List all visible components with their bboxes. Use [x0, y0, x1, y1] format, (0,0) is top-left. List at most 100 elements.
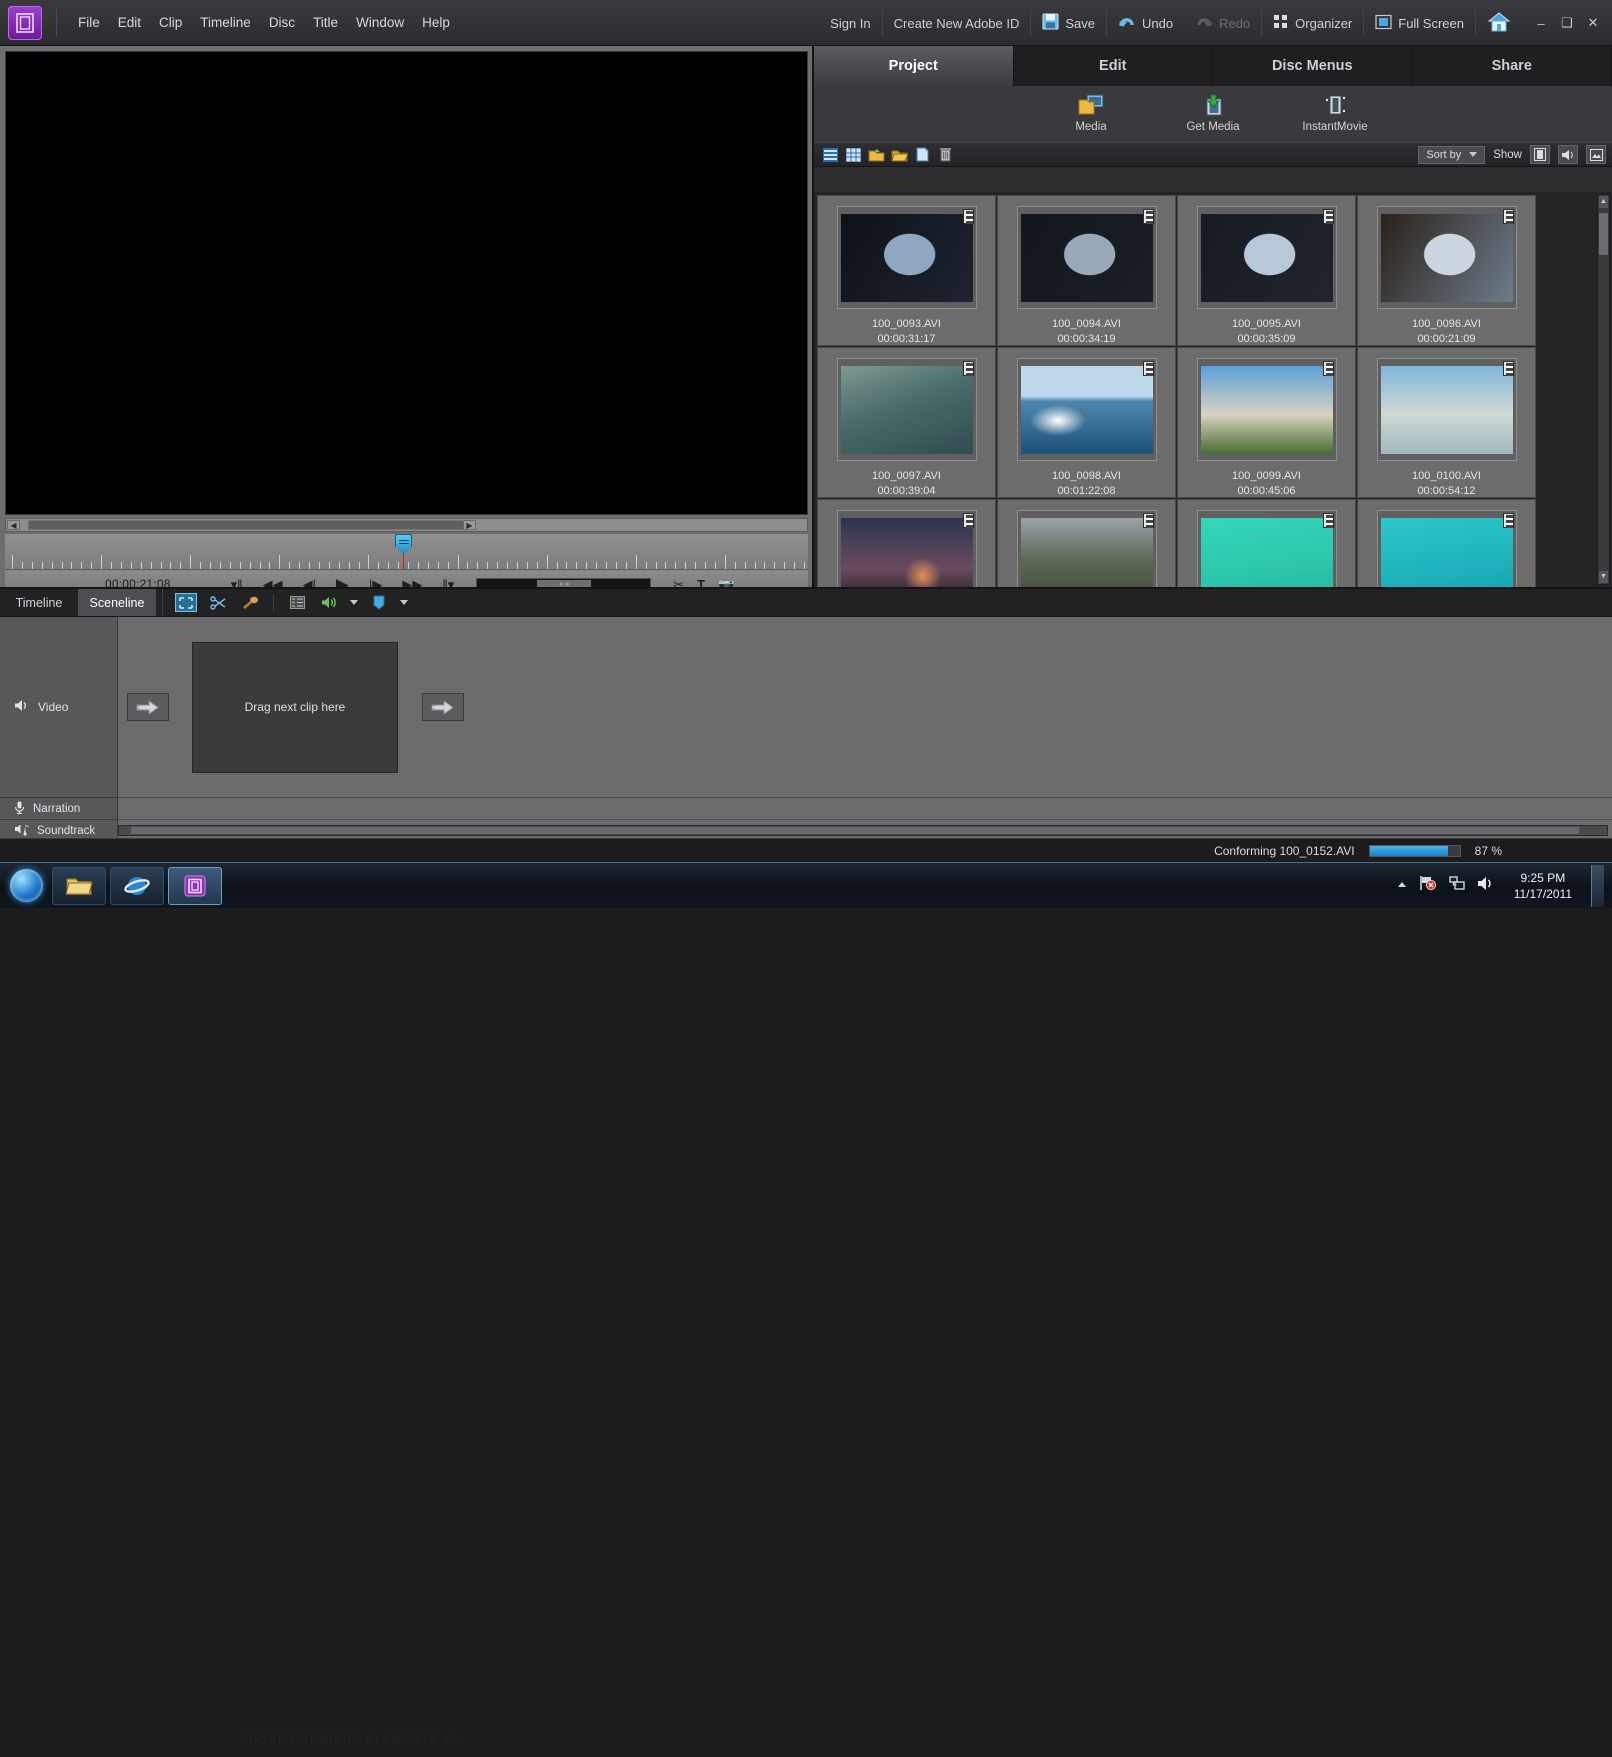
show-video-icon[interactable] — [1530, 145, 1550, 164]
smart-trim-icon[interactable] — [207, 593, 229, 612]
media-thumbnail[interactable] — [1017, 510, 1157, 587]
media-item[interactable] — [1357, 499, 1536, 587]
media-thumbnail[interactable] — [1197, 510, 1337, 587]
tab-share[interactable]: Share — [1413, 46, 1612, 86]
menu-item-help[interactable]: Help — [413, 10, 459, 35]
media-thumbnail[interactable] — [837, 358, 977, 461]
media-item[interactable]: 100_0095.AVI00:00:35:09 — [1177, 195, 1356, 346]
get-media-button[interactable]: Get Media — [1174, 92, 1252, 133]
tab-project[interactable]: Project — [814, 46, 1014, 86]
new-item-icon[interactable] — [912, 146, 932, 164]
fit-to-view-icon[interactable] — [175, 593, 197, 612]
home-button[interactable] — [1476, 8, 1522, 38]
instantmovie-button[interactable]: InstantMovie — [1296, 92, 1374, 133]
menu-item-window[interactable]: Window — [347, 10, 413, 35]
media-item[interactable]: 100_0100.AVI00:00:54:12 — [1357, 347, 1536, 498]
media-thumbnail[interactable] — [1377, 510, 1517, 587]
playhead-handle[interactable] — [395, 534, 412, 554]
taskbar-premiere-elements-icon[interactable] — [168, 867, 222, 905]
volume-icon[interactable] — [318, 593, 340, 612]
marker-icon[interactable] — [368, 593, 390, 612]
media-thumbnail[interactable] — [1017, 358, 1157, 461]
show-hidden-icons-arrow[interactable] — [1396, 877, 1408, 895]
menu-item-file[interactable]: File — [69, 10, 109, 35]
media-vertical-scrollbar[interactable]: ▲ ▼ — [1597, 194, 1610, 585]
chevron-down-icon[interactable] — [400, 600, 408, 605]
tab-sceneline[interactable]: Sceneline — [78, 589, 156, 616]
scrollbar-thumb[interactable] — [28, 520, 464, 530]
media-thumbnail[interactable] — [1197, 358, 1337, 461]
taskbar-windows-explorer-icon[interactable] — [52, 867, 106, 905]
media-thumbnail[interactable] — [1197, 206, 1337, 309]
media-thumbnail[interactable] — [837, 510, 977, 587]
narration-track-lane[interactable] — [118, 797, 1612, 819]
media-item[interactable]: 100_0097.AVI00:00:39:04 — [817, 347, 996, 498]
save-button[interactable]: Save — [1031, 8, 1106, 38]
tab-disc-menus[interactable]: Disc Menus — [1213, 46, 1413, 86]
volume-icon[interactable] — [1477, 876, 1495, 896]
redo-button[interactable]: Redo — [1184, 8, 1261, 38]
media-grid-container[interactable]: 100_0093.AVI00:00:31:17100_0094.AVI00:00… — [814, 192, 1612, 587]
network-icon[interactable] — [1448, 875, 1466, 896]
media-item[interactable]: 100_0093.AVI00:00:31:17 — [817, 195, 996, 346]
media-item[interactable]: 100_0096.AVI00:00:21:09 — [1357, 195, 1536, 346]
close-button[interactable]: ✕ — [1580, 11, 1606, 35]
create-new-adobe-id-button[interactable]: Create New Adobe ID — [883, 8, 1031, 38]
action-center-icon[interactable] — [1419, 875, 1437, 896]
track-header-video[interactable]: Video — [0, 617, 118, 797]
menu-item-disc[interactable]: Disc — [260, 10, 304, 35]
minimize-button[interactable]: – — [1528, 11, 1554, 35]
list-view-icon[interactable] — [820, 146, 840, 164]
scroll-down-arrow-icon[interactable]: ▼ — [1599, 571, 1608, 583]
video-preview[interactable] — [5, 51, 808, 515]
media-item[interactable]: 100_0098.AVI00:01:22:08 — [997, 347, 1176, 498]
scroll-left-arrow-icon[interactable]: ◀ — [7, 520, 20, 530]
menu-item-timeline[interactable]: Timeline — [191, 10, 260, 35]
organizer-button[interactable]: Organizer — [1262, 8, 1363, 38]
media-item[interactable] — [1177, 499, 1356, 587]
track-list-icon[interactable] — [286, 593, 308, 612]
monitor-time-ruler[interactable] — [5, 534, 808, 570]
sign-in-button[interactable]: Sign In — [819, 8, 881, 38]
undo-button[interactable]: Undo — [1107, 8, 1184, 38]
tab-timeline[interactable]: Timeline — [0, 589, 78, 616]
tab-edit[interactable]: Edit — [1014, 46, 1214, 86]
show-stills-icon[interactable] — [1586, 145, 1606, 164]
scroll-right-arrow-icon[interactable]: ▶ — [463, 520, 476, 530]
sceneline-horizontal-scrollbar[interactable] — [118, 825, 1608, 836]
video-track-lane[interactable]: Drag next clip here — [118, 617, 1612, 797]
sort-by-dropdown[interactable]: Sort by — [1418, 146, 1485, 164]
media-item[interactable]: 100_0094.AVI00:00:34:19 — [997, 195, 1176, 346]
taskbar-internet-explorer-icon[interactable] — [110, 867, 164, 905]
full-screen-button[interactable]: Full Screen — [1364, 8, 1475, 38]
smart-fix-icon[interactable] — [239, 593, 261, 612]
track-header-narration[interactable]: Narration — [0, 797, 118, 819]
show-desktop-button[interactable] — [1591, 865, 1604, 907]
delete-icon[interactable] — [935, 146, 955, 164]
media-button[interactable]: Media — [1052, 92, 1130, 133]
maximize-button[interactable]: ❑ — [1554, 11, 1580, 35]
media-item[interactable] — [817, 499, 996, 587]
add-clip-after-icon[interactable] — [422, 693, 464, 721]
menu-item-edit[interactable]: Edit — [109, 10, 150, 35]
monitor-horizontal-scrollbar[interactable]: ◀ ▶ — [5, 518, 808, 532]
media-thumbnail[interactable] — [1377, 206, 1517, 309]
add-clip-before-icon[interactable] — [127, 693, 169, 721]
menu-item-title[interactable]: Title — [304, 10, 347, 35]
menu-item-clip[interactable]: Clip — [150, 10, 191, 35]
media-thumbnail[interactable] — [1377, 358, 1517, 461]
start-orb-icon[interactable] — [4, 866, 48, 906]
grid-view-icon[interactable] — [843, 146, 863, 164]
scrollbar-thumb[interactable] — [1599, 213, 1608, 255]
media-thumbnail[interactable] — [1017, 206, 1157, 309]
show-audio-icon[interactable] — [1558, 145, 1578, 164]
new-folder-icon[interactable] — [866, 146, 886, 164]
scroll-up-arrow-icon[interactable]: ▲ — [1599, 196, 1608, 208]
clip-dropzone[interactable]: Drag next clip here — [192, 642, 398, 773]
open-folder-icon[interactable] — [889, 146, 909, 164]
taskbar-clock[interactable]: 9:25 PM 11/17/2011 — [1514, 870, 1572, 902]
scrollbar-thumb[interactable] — [131, 827, 1579, 834]
chevron-down-icon[interactable] — [350, 600, 358, 605]
media-item[interactable] — [997, 499, 1176, 587]
media-thumbnail[interactable] — [837, 206, 977, 309]
